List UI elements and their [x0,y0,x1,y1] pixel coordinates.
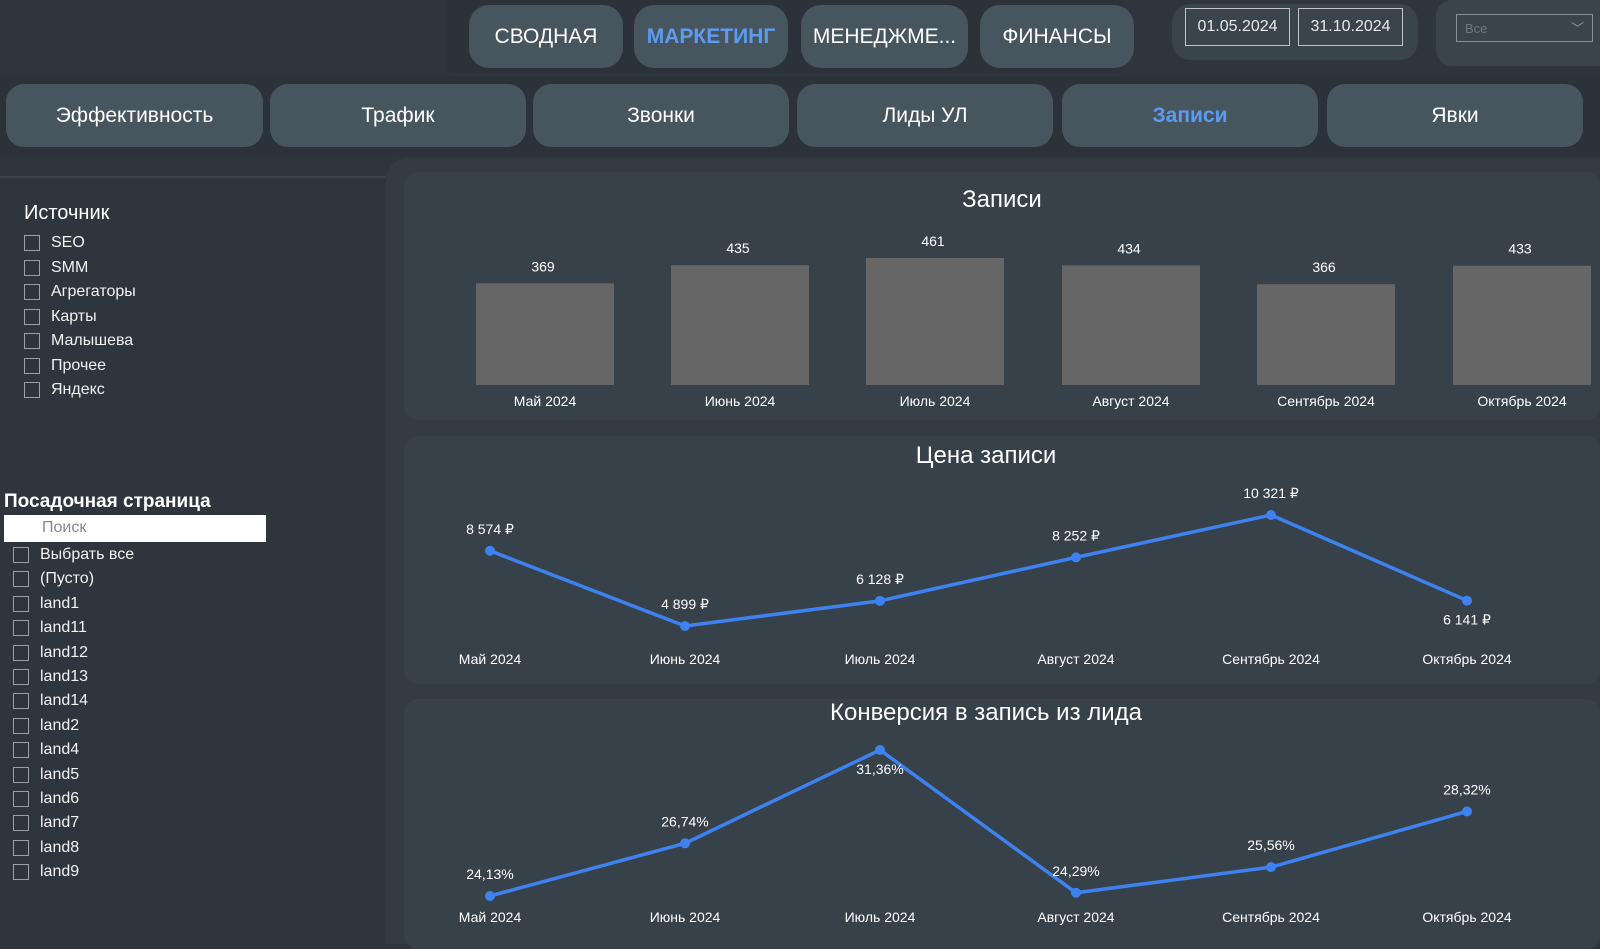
x-tick-label: Май 2024 [514,393,577,409]
x-tick-label: Июнь 2024 [705,393,776,409]
data-point [1462,806,1472,817]
data-point [875,595,885,606]
data-point [1266,862,1276,873]
x-tick-label: Июль 2024 [900,393,971,409]
data-label: 25,56% [1247,837,1294,853]
bar-data-label: 366 [1312,259,1336,275]
series-line [489,513,1468,628]
bar-data-label: 461 [921,233,945,249]
x-tick-label: Сентябрь 2024 [1222,909,1320,925]
data-label: 4 899 ₽ [661,596,709,612]
x-tick-label: Июль 2024 [845,651,916,667]
x-tick-label: Август 2024 [1092,393,1169,409]
data-point [1071,552,1081,563]
bar-data-label: 435 [726,240,750,256]
data-label: 10 321 ₽ [1243,485,1299,501]
data-label: 24,13% [466,866,513,882]
data-point [1462,595,1472,606]
bar-data-label: 369 [531,258,555,274]
bar [866,257,1004,385]
data-label: 24,29% [1052,863,1099,879]
x-tick-label: Июль 2024 [845,909,916,925]
x-tick-label: Май 2024 [459,651,522,667]
x-tick-label: Июнь 2024 [650,651,721,667]
data-label: 28,32% [1443,781,1490,797]
x-tick-label: Июнь 2024 [650,909,721,925]
x-tick-label: Август 2024 [1037,651,1114,667]
data-point [680,621,690,631]
charts-svg: 369 Май 2024 435 Июнь 2024 461 Июль 2024 434 Ав… [459,233,1591,925]
bar-data-label: 434 [1117,240,1141,256]
data-label: 26,74% [661,813,708,829]
data-point [485,891,495,901]
data-point [485,545,495,556]
data-label: 31,36% [856,761,903,777]
bar [1453,265,1591,385]
bar [476,283,614,385]
x-tick-label: Сентябрь 2024 [1222,651,1320,667]
data-point [1266,510,1276,520]
bar [1257,284,1395,385]
data-point [875,745,885,755]
bar-data-label: 433 [1508,241,1532,257]
x-tick-label: Октябрь 2024 [1422,651,1512,667]
x-tick-label: Сентябрь 2024 [1277,393,1375,409]
data-label: 6 141 ₽ [1443,612,1491,628]
x-tick-label: Октябрь 2024 [1477,393,1567,409]
bar [1062,265,1200,385]
x-tick-label: Май 2024 [459,909,522,925]
x-tick-label: Август 2024 [1037,909,1114,925]
x-tick-label: Октябрь 2024 [1422,909,1512,925]
data-point [680,838,690,849]
data-label: 8 574 ₽ [466,521,514,537]
series-line [489,747,1468,898]
data-label: 8 252 ₽ [1052,527,1100,543]
bar [671,265,809,385]
data-point [1071,887,1081,898]
data-label: 6 128 ₽ [856,571,904,587]
